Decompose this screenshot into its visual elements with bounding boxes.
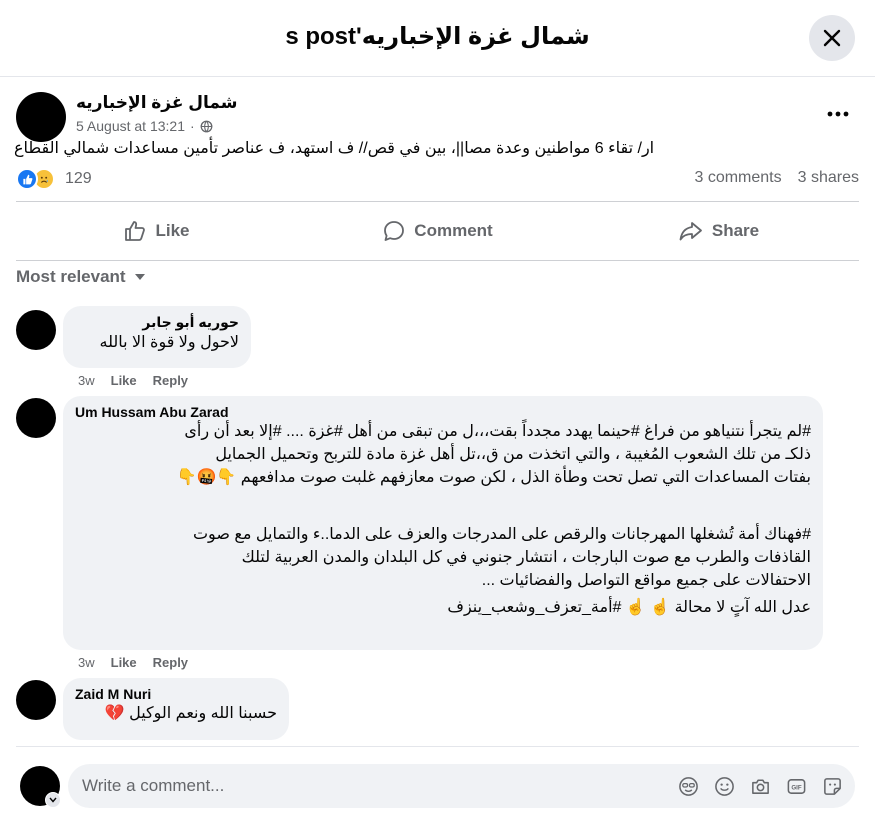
- comment-reply-button[interactable]: Reply: [153, 373, 188, 388]
- comment-time[interactable]: 3w: [78, 655, 95, 670]
- photo-button[interactable]: [749, 775, 771, 797]
- comment-sort-dropdown[interactable]: Most relevant: [16, 267, 146, 287]
- caret-down-icon: [134, 274, 145, 280]
- comment-avatar[interactable]: [16, 310, 56, 350]
- comment-reply-button[interactable]: Reply: [153, 655, 188, 670]
- close-icon: [823, 29, 841, 47]
- composer-divider: [16, 746, 859, 747]
- comment-author[interactable]: Zaid M Nuri: [75, 686, 277, 702]
- comment-text-line: ذلكـ من تلك الشعوب المُغيبة ، والتي اتخذ…: [215, 446, 811, 463]
- comment-text-line: #لم يتجرأ نتنياهو من فراغ #حينما يهدد مج…: [184, 423, 811, 440]
- comment-avatar[interactable]: [16, 680, 56, 720]
- comment-button[interactable]: Comment: [297, 202, 578, 260]
- close-button[interactable]: [809, 15, 855, 61]
- more-icon: [827, 111, 849, 117]
- camera-icon: [751, 779, 769, 794]
- dialog-header: شمال غزة الإخباريه's post: [0, 0, 875, 77]
- comment-author[interactable]: Um Hussam Abu Zarad: [75, 404, 811, 420]
- comment-like-button[interactable]: Like: [111, 655, 137, 670]
- comment-bubble: حوريه أبو جابر لاحول ولا قوة الا بالله: [63, 306, 251, 368]
- reactions-summary[interactable]: 129: [16, 168, 92, 190]
- comment-input[interactable]: Write a comment... GIF: [68, 764, 855, 808]
- comment-text-line: الاحتفالات على جميع مواقع التواصل والفضا…: [481, 572, 811, 589]
- comment-text: حسبنا الله ونعم الوكيل 💔: [104, 705, 277, 722]
- comment-avatar[interactable]: [16, 398, 56, 438]
- post-text: ار/ تقاء 6 مواطنين وعدة مصا||، بين في قص…: [14, 140, 655, 157]
- gif-icon: GIF: [787, 778, 805, 794]
- comment-text-line: عدل الله آتٍ لا محالة ☝️ ☝️ #أمة_تعزف_وش…: [447, 599, 811, 616]
- post-timestamp[interactable]: 5 August at 13:21: [76, 118, 185, 134]
- svg-text:GIF: GIF: [791, 784, 802, 791]
- avatar-sticker-icon: [678, 776, 698, 796]
- comment-text: لاحول ولا قوة الا بالله: [99, 334, 239, 351]
- composer-avatar[interactable]: [20, 766, 61, 808]
- like-label: Like: [155, 221, 190, 240]
- share-icon: [679, 222, 702, 241]
- comment-meta: 3w Like Reply: [78, 373, 188, 388]
- comment-label: Comment: [414, 221, 493, 240]
- reaction-count: 129: [65, 170, 92, 187]
- comment-text-line: القاذفات والطرب مع صوت البارجات ، انتشار…: [241, 549, 811, 566]
- comment-author[interactable]: حوريه أبو جابر: [75, 314, 239, 331]
- post-author-name[interactable]: شمال غزة الإخباريه: [76, 93, 237, 113]
- comment-input-placeholder: Write a comment...: [82, 776, 225, 795]
- like-reaction-icon: [16, 168, 38, 190]
- comment-like-button[interactable]: Like: [111, 373, 137, 388]
- dialog-title: شمال غزة الإخباريه's post: [285, 23, 590, 50]
- sort-label: Most relevant: [16, 267, 126, 286]
- thumbs-up-icon: [125, 221, 146, 241]
- share-label: Share: [711, 221, 760, 240]
- share-button[interactable]: Share: [578, 202, 859, 260]
- account-switch-chevron[interactable]: [45, 792, 61, 808]
- comments-count[interactable]: 3 comments: [694, 169, 781, 187]
- post-meta: 5 August at 13:21 ·: [76, 118, 213, 134]
- gif-button[interactable]: GIF: [785, 775, 807, 797]
- emoji-button[interactable]: [713, 775, 735, 797]
- comment-text-line: #فهناك أمة تُشغلها المهرجانات والرقص على…: [192, 526, 811, 543]
- composer-icon-bar: GIF: [677, 775, 843, 797]
- post-author-avatar[interactable]: [16, 92, 66, 142]
- shares-count[interactable]: 3 shares: [798, 169, 859, 187]
- comment-text-line: بفتات المساعدات التي تصل تحت وطأة الذل ،…: [176, 469, 811, 486]
- comment-time[interactable]: 3w: [78, 373, 95, 388]
- comment-icon: [384, 221, 405, 241]
- post-more-button[interactable]: [824, 100, 852, 128]
- like-button[interactable]: Like: [16, 202, 297, 260]
- sticker-button[interactable]: [821, 775, 843, 797]
- comment-text-line: [75, 489, 811, 523]
- avatar-sticker-button[interactable]: [677, 775, 699, 797]
- comment-bubble: Um Hussam Abu Zarad #لم يتجرأ نتنياهو من…: [63, 396, 823, 650]
- post-stats: 3 comments 3 shares: [694, 169, 859, 187]
- chevron-down-icon: [49, 797, 57, 803]
- post-action-bar: Like Comment Share: [16, 201, 859, 261]
- globe-icon: [200, 120, 213, 132]
- comment-bubble: Zaid M Nuri حسبنا الله ونعم الوكيل 💔: [63, 678, 289, 740]
- emoji-icon: [714, 776, 734, 796]
- comment-meta: 3w Like Reply: [78, 655, 188, 670]
- sticker-icon: [823, 777, 841, 795]
